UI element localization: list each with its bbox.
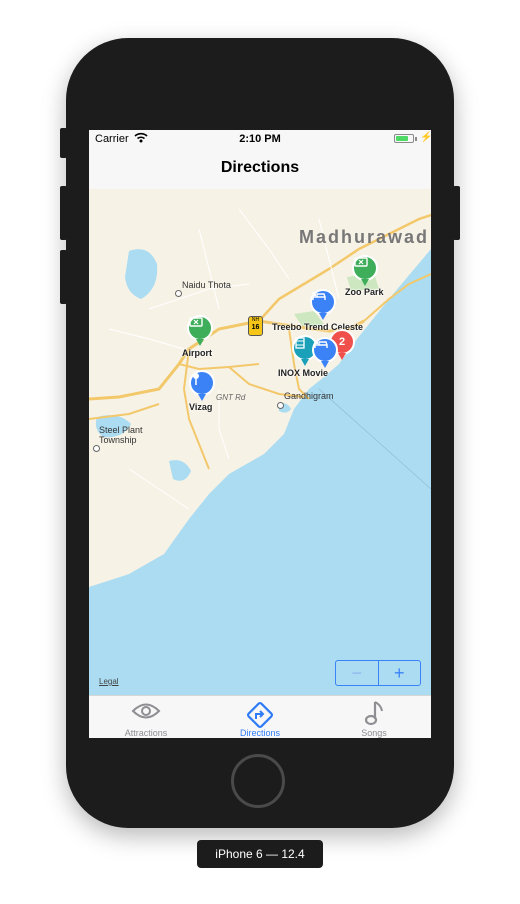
map-label-steel-plant: Steel Plant [99, 425, 143, 435]
music-note-icon [364, 701, 383, 726]
place-dot [93, 445, 100, 452]
bed-icon [312, 292, 326, 300]
page-title: Directions [220, 159, 300, 176]
bed-icon [314, 340, 328, 348]
navigation-bar: Directions [89, 148, 431, 190]
vizag-location-pin[interactable] [189, 370, 215, 401]
place-dot [277, 402, 284, 409]
device-label: iPhone 6 — 12.4 [197, 840, 323, 868]
tab-bar: Attractions Directions Songs [89, 695, 431, 738]
tab-label: Songs [361, 728, 387, 738]
tab-attractions[interactable]: Attractions [89, 696, 203, 738]
film-icon [295, 337, 305, 349]
zoom-control: − + [335, 660, 421, 686]
map-canvas [89, 189, 431, 695]
tab-label: Directions [239, 728, 280, 738]
home-button[interactable] [231, 754, 285, 808]
ticket-icon [189, 317, 203, 327]
volume-up-button [60, 186, 67, 240]
highway-number: 16 [251, 324, 260, 331]
mute-switch [60, 128, 67, 158]
status-bar: Carrier 2:10 PM ⚡ [89, 130, 431, 148]
zoo-park-pin[interactable] [352, 255, 378, 286]
tab-songs[interactable]: Songs [317, 696, 431, 738]
directions-icon [247, 702, 273, 728]
zoom-out-button[interactable]: − [336, 661, 379, 685]
map-label-inox: INOX Movie [278, 368, 329, 378]
app-screen: Carrier 2:10 PM ⚡ Directions Madhurawad … [89, 130, 431, 738]
map-pin-icon [193, 373, 199, 385]
ticket-icon [354, 257, 368, 267]
eye-icon [131, 703, 161, 719]
legal-link[interactable]: Legal [99, 677, 119, 686]
map-label-airport: Airport [182, 348, 212, 358]
battery-tip [415, 137, 417, 141]
map-label-township: Township [99, 435, 137, 445]
map-label-zoo-park: Zoo Park [345, 287, 384, 297]
map-label-vizag: Vizag [189, 402, 213, 412]
map-label-madhurawada: Madhurawad [299, 227, 430, 247]
map-label-gandhigram: Gandhigram [284, 391, 334, 401]
tab-directions[interactable]: Directions [203, 696, 317, 738]
map-label-naidu-thota: Naidu Thota [182, 280, 231, 290]
airport-pin[interactable] [187, 315, 213, 346]
hotel-pin[interactable] [312, 337, 338, 368]
place-dot [175, 290, 182, 297]
map-label-gnt-rd: GNT Rd [216, 393, 246, 402]
treebo-hotel-pin[interactable] [310, 289, 336, 320]
map-view[interactable]: Madhurawad Naidu Thota Zoo Park Treebo T… [89, 189, 431, 695]
tab-label: Attractions [124, 728, 168, 738]
cluster-count: 2 [338, 336, 346, 348]
battery-icon [394, 134, 414, 143]
zoom-in-button[interactable]: + [379, 661, 421, 685]
charging-icon: ⚡ [420, 132, 431, 143]
volume-down-button [60, 250, 67, 304]
status-time: 2:10 PM [239, 133, 281, 145]
power-button [453, 186, 460, 240]
highway-shield: NH 16 [248, 316, 263, 336]
highway-shield-prefix: NH [251, 317, 260, 323]
